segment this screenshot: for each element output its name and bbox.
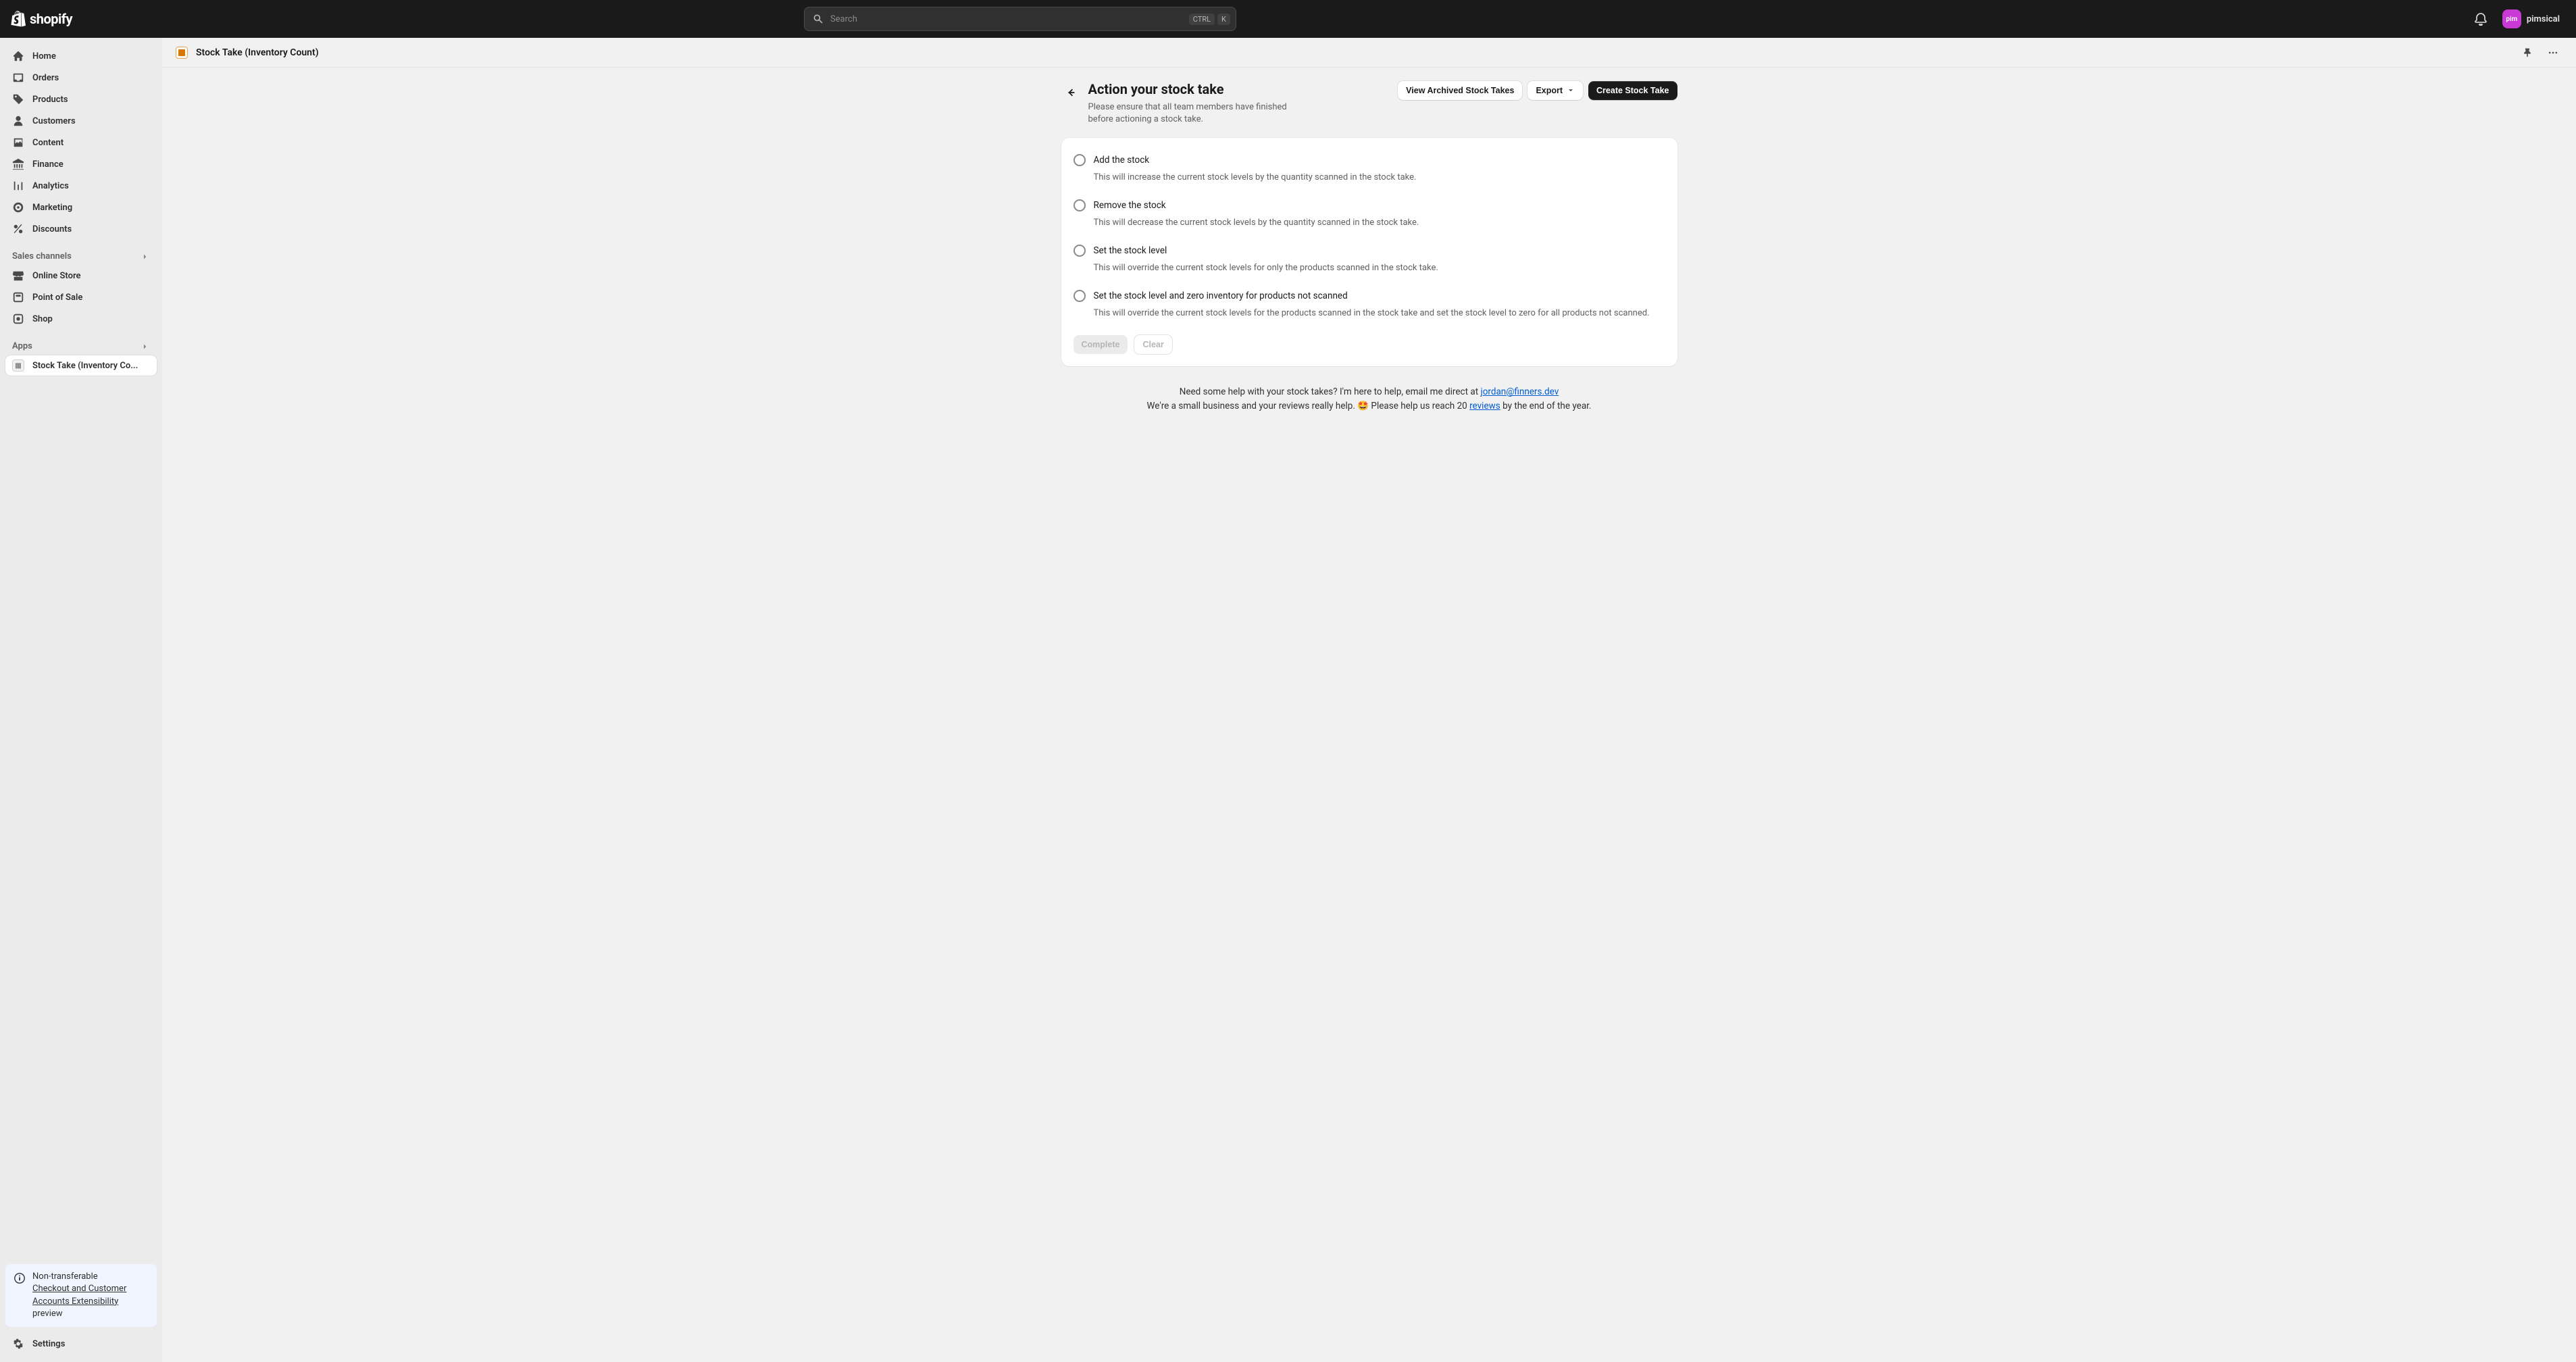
nav-finance[interactable]: Finance xyxy=(5,154,157,174)
radio-set[interactable] xyxy=(1074,245,1086,257)
search-input[interactable]: Search CTRL K xyxy=(804,7,1236,31)
view-archived-button[interactable]: View Archived Stock Takes xyxy=(1398,81,1522,100)
nav-discounts[interactable]: Discounts xyxy=(5,219,157,239)
chevron-right-icon xyxy=(141,252,150,261)
page-title: Action your stock take xyxy=(1088,81,1305,97)
page-subtitle: Please ensure that all team members have… xyxy=(1088,101,1305,126)
pos-icon xyxy=(12,291,24,303)
chevron-down-icon xyxy=(1567,86,1575,95)
nav-marketing[interactable]: Marketing xyxy=(5,197,157,218)
shop-icon xyxy=(12,313,24,325)
avatar: pim xyxy=(2502,9,2521,28)
person-icon xyxy=(12,115,24,127)
footer-help: Need some help with your stock takes? I'… xyxy=(1061,385,1677,414)
gear-icon xyxy=(12,1338,24,1350)
info-link[interactable]: Checkout and Customer Accounts Extensibi… xyxy=(32,1284,126,1306)
target-icon xyxy=(12,201,24,213)
chevron-right-icon xyxy=(141,342,150,351)
sidebar: Home Orders Products Customers Content F… xyxy=(0,38,162,1362)
page-header: Action your stock take Please ensure tha… xyxy=(1061,81,1677,126)
export-button[interactable]: Export xyxy=(1527,81,1583,100)
option-remove: Remove the stock This will decrease the … xyxy=(1074,195,1665,241)
bank-icon xyxy=(12,158,24,170)
percent-icon xyxy=(12,223,24,235)
nav-products[interactable]: Products xyxy=(5,89,157,109)
page-bar: Stock Take (Inventory Count) xyxy=(162,38,2576,68)
radio-set-zero[interactable] xyxy=(1074,290,1086,302)
pin-button[interactable] xyxy=(2518,43,2537,62)
channel-pos[interactable]: Point of Sale xyxy=(5,287,157,307)
store-menu[interactable]: pim pimsical xyxy=(2497,7,2565,31)
logo[interactable]: shopify xyxy=(11,11,180,27)
shopify-bag-icon xyxy=(11,11,26,27)
nav-content[interactable]: Content xyxy=(5,132,157,153)
help-email-link[interactable]: jordan@finners.dev xyxy=(1480,386,1559,397)
nav-customers[interactable]: Customers xyxy=(5,111,157,131)
main: Stock Take (Inventory Count) Action your… xyxy=(162,38,2576,1362)
pin-icon xyxy=(2522,47,2533,58)
nav-home[interactable]: Home xyxy=(5,46,157,66)
topbar: shopify Search CTRL K pim pimsical xyxy=(0,0,2576,38)
info-icon xyxy=(14,1272,26,1284)
app-badge-icon xyxy=(176,47,188,59)
bell-icon[interactable] xyxy=(2474,12,2487,26)
radio-remove[interactable] xyxy=(1074,199,1086,211)
store-name: pimsical xyxy=(2527,14,2560,24)
clear-button[interactable]: Clear xyxy=(1134,335,1171,354)
image-icon xyxy=(12,136,24,149)
store-icon xyxy=(12,270,24,282)
channel-shop[interactable]: Shop xyxy=(5,309,157,329)
inbox-icon xyxy=(12,72,24,84)
app-icon: ▦ xyxy=(12,359,24,372)
nav-orders[interactable]: Orders xyxy=(5,68,157,88)
option-add: Add the stock This will increase the cur… xyxy=(1074,150,1665,195)
brand-text: shopify xyxy=(30,11,72,27)
kbd-shortcut: CTRL K xyxy=(1189,14,1230,25)
options-card: Add the stock This will increase the cur… xyxy=(1061,138,1677,365)
chart-icon xyxy=(12,180,24,192)
info-banner: Non-transferable Checkout and Customer A… xyxy=(5,1264,157,1327)
apps-header[interactable]: Apps xyxy=(5,334,157,354)
radio-add[interactable] xyxy=(1074,154,1086,166)
nav-settings[interactable]: Settings xyxy=(5,1334,157,1354)
complete-button[interactable]: Complete xyxy=(1074,335,1128,354)
search-icon xyxy=(813,14,824,24)
home-icon xyxy=(12,50,24,62)
create-stock-take-button[interactable]: Create Stock Take xyxy=(1588,81,1677,100)
channel-online-store[interactable]: Online Store xyxy=(5,266,157,286)
tag-icon xyxy=(12,93,24,105)
back-button[interactable] xyxy=(1061,83,1080,102)
option-set-zero: Set the stock level and zero inventory f… xyxy=(1074,286,1665,331)
search-placeholder: Search xyxy=(830,14,1182,24)
dots-icon xyxy=(2548,47,2558,58)
app-stock-take[interactable]: ▦Stock Take (Inventory Co... xyxy=(5,355,157,376)
page-bar-title: Stock Take (Inventory Count) xyxy=(196,47,319,58)
sales-channels-header[interactable]: Sales channels xyxy=(5,245,157,264)
nav-analytics[interactable]: Analytics xyxy=(5,176,157,196)
arrow-left-icon xyxy=(1065,86,1077,99)
reviews-link[interactable]: reviews xyxy=(1469,401,1500,411)
option-set: Set the stock level This will override t… xyxy=(1074,241,1665,286)
more-button[interactable] xyxy=(2544,43,2562,62)
